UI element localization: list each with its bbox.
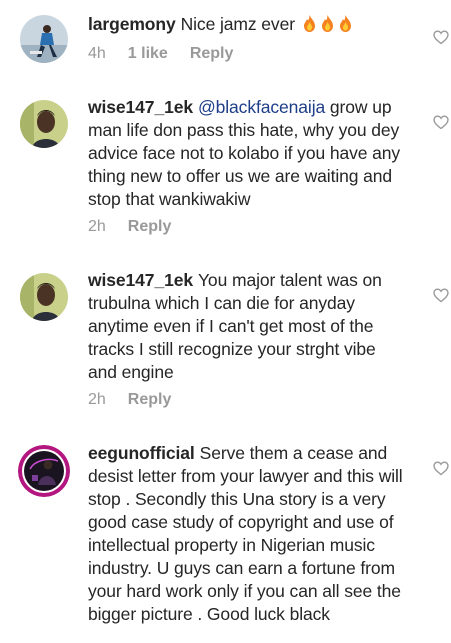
avatar[interactable] [18,445,70,497]
reply-button[interactable]: Reply [128,391,172,408]
avatar[interactable] [20,273,68,321]
likes-count-button[interactable]: 1 like [128,45,168,62]
comment-username[interactable]: wise147_1ek [88,270,193,290]
comment-time: 2h [88,218,106,235]
mention-link[interactable]: @blackfacenaija [198,97,325,117]
heart-icon[interactable] [433,115,449,130]
avatar[interactable] [20,100,68,148]
comment-meta: 2h Reply [88,391,171,409]
comment-body: Serve them a cease and desist letter fro… [88,443,403,624]
comment-username[interactable]: wise147_1ek [88,97,193,117]
comment-text: wise147_1ek @blackfacenaija grow up man l… [88,96,408,211]
fire-icon [321,15,333,32]
comment-text: eegunofficial Serve them a cease and desi… [88,442,408,626]
reply-button[interactable]: Reply [190,45,234,62]
heart-icon[interactable] [433,288,449,303]
comment-meta: 4h 1 like Reply [88,45,233,63]
comment-meta: 2h Reply [88,218,171,236]
heart-icon[interactable] [433,30,449,45]
comment-time: 2h [88,391,106,408]
comment-text: largemony Nice jamz ever [88,13,408,36]
comment-body: Nice jamz ever [180,14,295,34]
avatar[interactable] [20,15,68,63]
comment-text: wise147_1ek You major talent was on trubu… [88,269,408,384]
fire-icon [339,15,351,32]
heart-icon[interactable] [433,461,449,476]
reply-button[interactable]: Reply [128,218,172,235]
fire-icon [303,15,315,32]
comment-username[interactable]: eegunofficial [88,443,195,463]
comment-username[interactable]: largemony [88,14,176,34]
comment-time: 4h [88,45,106,62]
